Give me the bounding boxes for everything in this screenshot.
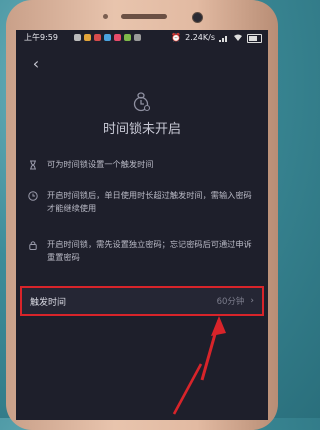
front-camera [192,12,203,23]
proximity-sensor [103,14,108,19]
earpiece-speaker [121,14,167,19]
app-screen: 上午9:59 ⏰ 2.24K/s ‹ 时间锁未开启 可为时间锁设置一个触发时间 … [16,30,268,420]
annotation-arrow-icon [172,316,226,415]
phone-top-bezel [6,0,278,32]
